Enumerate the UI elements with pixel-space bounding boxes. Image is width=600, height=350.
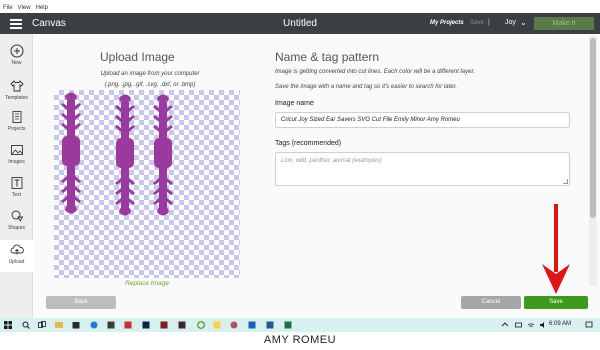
watermark-caption: AMY ROMEU	[263, 334, 337, 346]
word-icon[interactable]	[266, 321, 274, 329]
shirt-icon	[9, 80, 24, 92]
form-title: Name & tag pattern	[275, 50, 380, 64]
battery-icon[interactable]	[515, 321, 523, 329]
left-sidebar: New Templates Projects Images Text Shape…	[0, 34, 33, 319]
sidebar-item-shapes[interactable]: Shapes	[0, 209, 33, 239]
sidebar-item-upload[interactable]: Upload	[0, 240, 33, 272]
form-description-save: Save the image with a name and tag so it…	[275, 84, 458, 90]
menu-file[interactable]: File	[3, 4, 13, 13]
file-explorer-icon[interactable]	[55, 321, 63, 329]
sidebar-item-label: Templates	[5, 95, 28, 101]
upload-title: Upload Image	[100, 50, 175, 64]
device-selector[interactable]: Joy	[505, 19, 516, 26]
app-header: Canvas Untitled My Projects Save | Joy ⌄…	[0, 13, 600, 34]
sticky-notes-icon[interactable]	[213, 321, 221, 329]
image-preview	[54, 90, 240, 278]
dialog-footer: Back Cancel Save	[34, 293, 600, 313]
image-icon	[10, 145, 23, 155]
tags-label: Tags (recommended)	[275, 140, 342, 147]
windows-start-icon[interactable]	[4, 321, 12, 329]
tags-placeholder: Lion, wild, panther, animal (examples)	[281, 158, 382, 164]
sidebar-item-text[interactable]: Text	[0, 176, 33, 206]
replace-image-link[interactable]: Replace Image	[54, 280, 240, 287]
tags-input[interactable]: Lion, wild, panther, animal (examples)	[275, 152, 570, 186]
plus-circle-icon	[10, 44, 23, 58]
shapes-icon	[11, 210, 23, 222]
task-view-icon[interactable]	[38, 321, 46, 329]
system-tray-icons[interactable]	[501, 321, 509, 329]
cancel-button[interactable]: Cancel	[461, 296, 521, 309]
sidebar-item-projects[interactable]: Projects	[0, 110, 33, 140]
sidebar-item-label: Images	[8, 159, 25, 165]
menu-view[interactable]: View	[18, 4, 31, 13]
form-description-conversion: Image is getting converted into cut line…	[275, 69, 475, 75]
calculator-icon[interactable]	[107, 321, 115, 329]
sidebar-item-label: Shapes	[8, 225, 25, 231]
photoshop-icon[interactable]	[142, 321, 150, 329]
make-it-button[interactable]: Make It	[534, 17, 594, 30]
projects-icon	[12, 111, 21, 123]
menu-bar: File View Help	[0, 4, 48, 13]
edge-icon[interactable]	[90, 321, 98, 329]
outlook-icon[interactable]	[248, 321, 256, 329]
media-icon[interactable]	[160, 321, 168, 329]
sidebar-item-label: Upload	[8, 259, 25, 265]
scrollbar-thumb[interactable]	[590, 38, 596, 218]
sidebar-item-new[interactable]: New	[0, 44, 33, 74]
resize-handle[interactable]	[563, 179, 568, 184]
upload-subtitle: Upload an image from your computer (.png…	[55, 69, 245, 91]
text-icon	[11, 177, 22, 189]
image-name-label: Image name	[275, 100, 314, 107]
windows-taskbar: 6:09 AM	[0, 318, 600, 332]
image-name-input[interactable]: Cricut Joy Sized Ear Savers SVG Cut File…	[275, 112, 570, 128]
cricut-icon[interactable]	[197, 321, 205, 329]
chevron-down-icon[interactable]: ⌄	[520, 18, 527, 27]
taskbar-clock[interactable]: 6:09 AM	[549, 321, 571, 327]
wifi-icon[interactable]	[527, 321, 535, 329]
window-titlebar: File View Help	[0, 0, 600, 12]
sidebar-item-templates[interactable]: Templates	[0, 79, 33, 109]
sidebar-item-images[interactable]: Images	[0, 143, 33, 173]
upload-cloud-icon	[10, 244, 24, 255]
pdf-icon[interactable]	[124, 321, 132, 329]
store-icon[interactable]	[72, 321, 80, 329]
back-button[interactable]: Back	[46, 296, 116, 309]
upload-subtitle-line1: Upload an image from your computer	[100, 71, 200, 77]
search-icon[interactable]	[22, 321, 30, 329]
sidebar-item-label: New	[11, 60, 22, 66]
header-separator: |	[488, 19, 490, 26]
red-arrow-annotation	[542, 204, 570, 294]
excel-icon[interactable]	[284, 321, 292, 329]
app-icon[interactable]	[178, 321, 186, 329]
ear-saver-image	[61, 92, 173, 216]
my-projects-link[interactable]: My Projects	[430, 20, 464, 26]
sidebar-item-label: Text	[11, 192, 22, 198]
volume-icon[interactable]	[539, 321, 547, 329]
chrome-icon[interactable]	[230, 321, 238, 329]
header-save-button[interactable]: Save	[470, 20, 484, 26]
sidebar-item-label: Projects	[7, 126, 26, 132]
menu-help[interactable]: Help	[36, 4, 48, 13]
vertical-scrollbar[interactable]	[589, 36, 597, 286]
save-button[interactable]: Save	[524, 296, 588, 309]
notifications-icon[interactable]	[585, 321, 593, 329]
